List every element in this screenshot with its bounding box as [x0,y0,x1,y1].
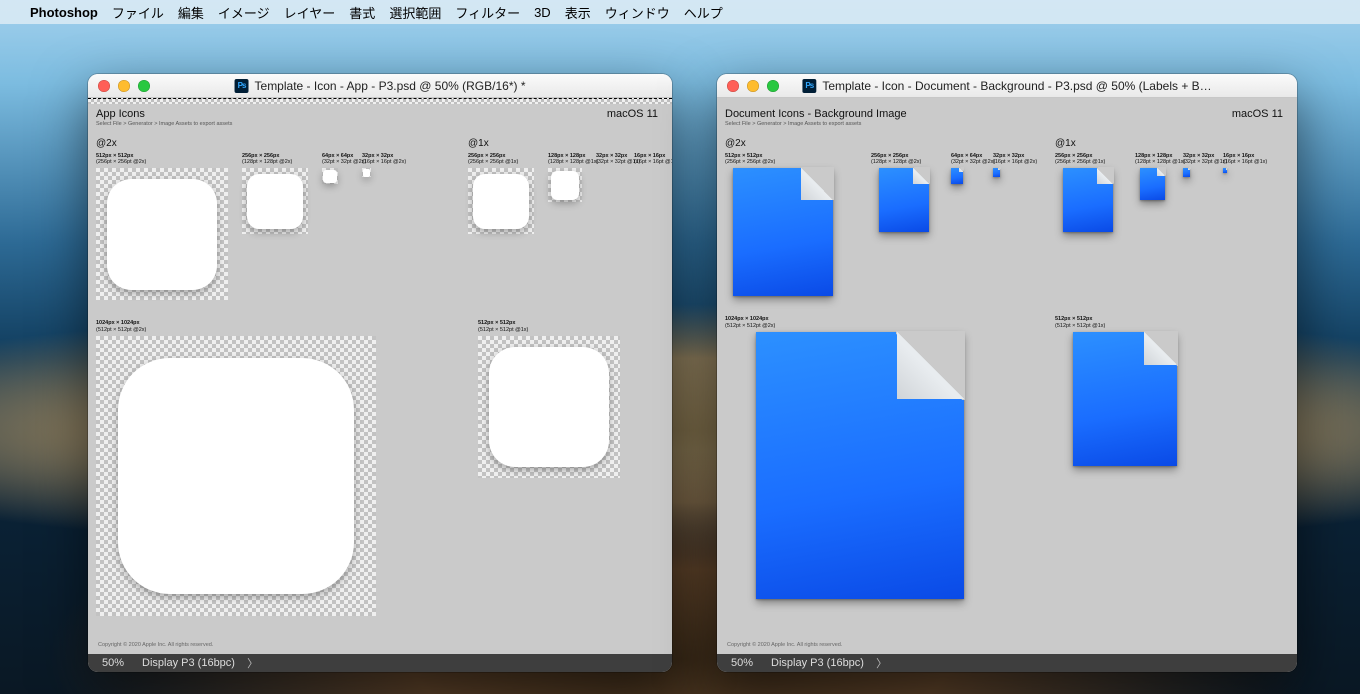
zoom-button[interactable] [767,80,779,92]
app-icon-canvas-32 [362,168,371,177]
app-icon-shape [363,169,371,177]
size-label: 64px × 64px(32pt × 32pt @2x) [951,153,979,167]
window-title: Template - Icon - App - P3.psd @ 50% (RG… [255,79,526,93]
size-label: 64px × 64px(32pt × 32pt @2x) [322,153,348,167]
size-label: 32px × 32px(16pt × 16pt @2x) [993,153,1019,167]
size-label: 128px × 128px(128pt × 128pt @1x) [548,153,582,167]
size-label: 512px × 512px(256pt × 256pt @2x) [96,153,228,167]
size-label: 1024px × 1024px(512pt × 512pt @2x) [725,316,775,330]
menu-help[interactable]: ヘルプ [684,3,723,22]
size-label: 32px × 32px(16pt × 16pt @2x) [362,153,388,167]
menu-file[interactable]: ファイル [112,3,164,22]
status-bar: 50% Display P3 (16bpc) 〉 [717,654,1297,672]
status-zoom[interactable]: 50% [731,657,753,669]
app-icon-shape [323,170,336,183]
chevron-right-icon: 〉 [241,655,258,671]
app-icon-shape [107,179,218,290]
ps-file-icon: Ps [235,79,249,93]
titlebar[interactable]: Ps Template - Icon - App - P3.psd @ 50% … [88,74,672,98]
doc-hint: Select File > Generator > Image Assets t… [725,122,1283,128]
zoom-button[interactable] [138,80,150,92]
app-icon-shape [118,358,353,593]
minimize-button[interactable] [118,80,130,92]
app-icon-shape [489,347,608,466]
doc-heading: App Icons [96,108,658,120]
menu-filter[interactable]: フィルター [455,3,520,22]
size-label: 32px × 32px(32pt × 32pt @1x) [1183,153,1209,167]
size-label: 256px × 256px(128pt × 128pt @2x) [242,153,308,167]
size-label: 256px × 256px(128pt × 128pt @2x) [871,153,921,167]
document-icon [1063,168,1113,232]
app-name[interactable]: Photoshop [30,5,98,20]
document-icon [951,168,963,183]
doc-heading: Document Icons - Background Image [725,108,1283,120]
app-icon-shape [473,174,528,229]
menu-layer[interactable]: レイヤー [284,3,336,22]
app-icon-canvas-64 [322,168,338,184]
canvas-area[interactable]: App Icons Select File > Generator > Imag… [88,98,672,654]
close-button[interactable] [98,80,110,92]
menu-view[interactable]: 表示 [565,3,591,22]
canvas-area[interactable]: Document Icons - Background Image Select… [717,98,1297,654]
status-bar: 50% Display P3 (16bpc) 〉 [88,654,672,672]
group-1x-label: @1x [1055,138,1249,149]
ps-file-icon: Ps [802,79,816,93]
os-label: macOS 11 [607,108,658,120]
group-1x-label: @1x [468,138,658,149]
window-title: Template - Icon - Document - Background … [822,79,1211,93]
document-icon [879,168,929,232]
copyright: Copyright © 2020 Apple Inc. All rights r… [727,642,842,648]
status-zoom[interactable]: 50% [102,657,124,669]
os-label: macOS 11 [1232,108,1283,120]
app-icon-canvas [468,168,534,234]
status-profile[interactable]: Display P3 (16bpc) 〉 [142,655,258,671]
menu-3d[interactable]: 3D [534,5,551,20]
document-icon-1024 [756,332,964,599]
size-label: 1024px × 1024px(512pt × 512pt @2x) [96,320,376,334]
traffic-lights [727,80,779,92]
menu-type[interactable]: 書式 [349,3,375,22]
document-icon [1140,168,1165,200]
menu-window[interactable]: ウィンドウ [605,3,670,22]
group-2x-label: @2x [96,138,408,149]
copyright: Copyright © 2020 Apple Inc. All rights r… [98,642,213,648]
app-icon-canvas-1024 [96,336,376,616]
size-label: 16px × 16px(16pt × 16pt @1x) [1223,153,1249,167]
size-label: 16px × 16px(16pt × 16pt @1x) [634,153,658,167]
group-2x-label: @2x [725,138,1035,149]
menu-bar: Photoshop ファイル 編集 イメージ レイヤー 書式 選択範囲 フィルタ… [0,0,1360,24]
size-label: 256px × 256px(256pt × 256pt @1x) [468,153,534,167]
app-icon-canvas-512 [96,168,228,300]
document-window-app-icons[interactable]: Ps Template - Icon - App - P3.psd @ 50% … [88,74,672,672]
app-icon-canvas-512-1x [478,336,620,478]
document-icon [733,168,833,296]
app-icon-canvas [548,168,582,202]
size-label: 256px × 256px(256pt × 256pt @1x) [1055,153,1105,167]
titlebar[interactable]: Ps Template - Icon - Document - Backgrou… [717,74,1297,98]
app-icon-canvas-256 [242,168,308,234]
size-label: 512px × 512px(512pt × 512pt @1x) [1055,316,1105,330]
size-label: 512px × 512px(256pt × 256pt @2x) [725,153,775,167]
document-icon-512 [1073,332,1177,465]
size-label: 512px × 512px(512pt × 512pt @1x) [478,320,620,334]
traffic-lights [98,80,150,92]
menu-edit[interactable]: 編集 [178,3,204,22]
doc-hint: Select File > Generator > Image Assets t… [96,122,658,128]
size-label: 32px × 32px(32pt × 32pt @1x) [596,153,620,167]
close-button[interactable] [727,80,739,92]
menu-select[interactable]: 選択範囲 [389,3,441,22]
chevron-right-icon: 〉 [870,655,887,671]
document-window-document-icons[interactable]: Ps Template - Icon - Document - Backgrou… [717,74,1297,672]
app-icon-shape [247,174,302,229]
document-icon [1183,168,1190,177]
document-icon [1223,168,1227,173]
menu-image[interactable]: イメージ [218,3,270,22]
status-profile[interactable]: Display P3 (16bpc) 〉 [771,655,887,671]
minimize-button[interactable] [747,80,759,92]
size-label: 128px × 128px(128pt × 128pt @1x) [1135,153,1185,167]
app-icon-shape [551,171,580,200]
document-icon [993,168,1000,177]
